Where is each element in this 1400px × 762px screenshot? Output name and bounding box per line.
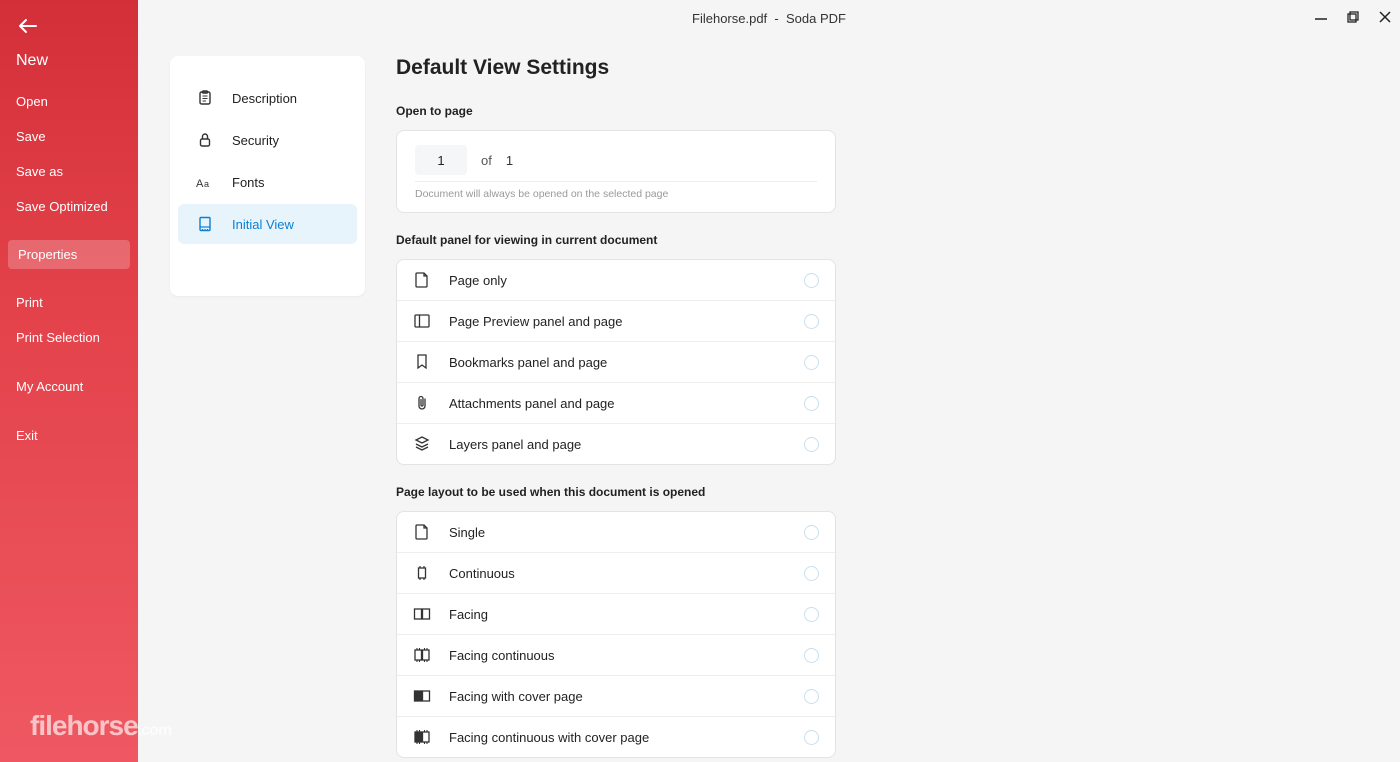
- option-layout-continuous[interactable]: Continuous: [397, 553, 835, 594]
- single-page-icon: [413, 523, 431, 541]
- option-label: Facing: [449, 607, 786, 622]
- title-separator: -: [774, 11, 778, 26]
- radio-button[interactable]: [804, 273, 819, 288]
- tab-security[interactable]: Security: [178, 120, 357, 160]
- radio-button[interactable]: [804, 355, 819, 370]
- sidebar-item-new[interactable]: New: [0, 42, 138, 82]
- sidebar-item-open[interactable]: Open: [0, 86, 138, 117]
- sidebar-item-my-account[interactable]: My Account: [0, 371, 138, 402]
- sidebar-item-print-selection[interactable]: Print Selection: [0, 322, 138, 353]
- panel-left-icon: [413, 312, 431, 330]
- watermark: filehorse.com: [30, 710, 171, 742]
- sidebar-item-exit[interactable]: Exit: [0, 420, 138, 451]
- tab-description[interactable]: Description: [178, 78, 357, 118]
- title-document: Filehorse.pdf: [692, 11, 767, 26]
- properties-tabs: Description Security Aa Fonts Initial Vi…: [170, 56, 365, 296]
- default-panel-label: Default panel for viewing in current doc…: [396, 233, 1036, 247]
- watermark-brand: filehorse: [30, 710, 138, 741]
- page-number-input[interactable]: [415, 145, 467, 175]
- tab-fonts[interactable]: Aa Fonts: [178, 162, 357, 202]
- titlebar: Filehorse.pdf - Soda PDF: [138, 0, 1400, 36]
- facing-continuous-icon: [413, 646, 431, 664]
- facing-cover-icon: [413, 687, 431, 705]
- page-layout-options: Single Continuous Facing Facing continuo…: [396, 511, 836, 758]
- tab-label: Security: [232, 133, 279, 148]
- lock-icon: [196, 131, 214, 149]
- paperclip-icon: [413, 394, 431, 412]
- svg-text:a: a: [204, 179, 209, 189]
- facing-continuous-cover-icon: [413, 728, 431, 746]
- window-controls: [1312, 8, 1394, 26]
- page-title: Default View Settings: [396, 56, 1036, 80]
- tab-label: Initial View: [232, 217, 294, 232]
- option-label: Page only: [449, 273, 786, 288]
- page-icon: [413, 271, 431, 289]
- sidebar-item-save-optimized[interactable]: Save Optimized: [0, 191, 138, 222]
- page-of-text: of: [481, 153, 492, 168]
- layers-icon: [413, 435, 431, 453]
- option-layout-facing-continuous-cover[interactable]: Facing continuous with cover page: [397, 717, 835, 757]
- watermark-suffix: .com: [138, 722, 171, 739]
- minimize-button[interactable]: [1312, 8, 1330, 26]
- option-layout-facing[interactable]: Facing: [397, 594, 835, 635]
- page-layout-label: Page layout to be used when this documen…: [396, 485, 1036, 499]
- default-panel-options: Page only Page Preview panel and page Bo…: [396, 259, 836, 465]
- option-page-preview[interactable]: Page Preview panel and page: [397, 301, 835, 342]
- maximize-button[interactable]: [1344, 8, 1362, 26]
- option-layout-facing-continuous[interactable]: Facing continuous: [397, 635, 835, 676]
- option-label: Attachments panel and page: [449, 396, 786, 411]
- page-hint: Document will always be opened on the se…: [415, 181, 817, 200]
- option-label: Layers panel and page: [449, 437, 786, 452]
- page-view-icon: [196, 215, 214, 233]
- sidebar-item-save-as[interactable]: Save as: [0, 156, 138, 187]
- option-label: Page Preview panel and page: [449, 314, 786, 329]
- radio-button[interactable]: [804, 525, 819, 540]
- option-label: Facing continuous with cover page: [449, 730, 786, 745]
- option-layout-single[interactable]: Single: [397, 512, 835, 553]
- open-to-page-box: of 1 Document will always be opened on t…: [396, 130, 836, 213]
- option-layout-facing-cover[interactable]: Facing with cover page: [397, 676, 835, 717]
- page-total: 1: [506, 153, 513, 168]
- sidebar-item-print[interactable]: Print: [0, 287, 138, 318]
- radio-button[interactable]: [804, 730, 819, 745]
- option-page-only[interactable]: Page only: [397, 260, 835, 301]
- option-label: Bookmarks panel and page: [449, 355, 786, 370]
- radio-button[interactable]: [804, 437, 819, 452]
- clipboard-icon: [196, 89, 214, 107]
- option-label: Single: [449, 525, 786, 540]
- title-app: Soda PDF: [786, 11, 846, 26]
- option-bookmarks[interactable]: Bookmarks panel and page: [397, 342, 835, 383]
- option-label: Facing with cover page: [449, 689, 786, 704]
- option-label: Continuous: [449, 566, 786, 581]
- continuous-icon: [413, 564, 431, 582]
- fonts-icon: Aa: [196, 173, 214, 191]
- option-label: Facing continuous: [449, 648, 786, 663]
- option-layers[interactable]: Layers panel and page: [397, 424, 835, 464]
- radio-button[interactable]: [804, 566, 819, 581]
- open-to-page-label: Open to page: [396, 104, 1036, 118]
- content-area: Default View Settings Open to page of 1 …: [396, 56, 1036, 758]
- radio-button[interactable]: [804, 689, 819, 704]
- back-button[interactable]: [0, 12, 138, 38]
- radio-button[interactable]: [804, 607, 819, 622]
- svg-text:A: A: [196, 178, 204, 190]
- radio-button[interactable]: [804, 648, 819, 663]
- sidebar-item-properties[interactable]: Properties: [8, 240, 130, 269]
- option-attachments[interactable]: Attachments panel and page: [397, 383, 835, 424]
- tab-label: Fonts: [232, 175, 265, 190]
- bookmark-icon: [413, 353, 431, 371]
- radio-button[interactable]: [804, 314, 819, 329]
- tab-initial-view[interactable]: Initial View: [178, 204, 357, 244]
- facing-icon: [413, 605, 431, 623]
- tab-label: Description: [232, 91, 297, 106]
- close-button[interactable]: [1376, 8, 1394, 26]
- sidebar-item-save[interactable]: Save: [0, 121, 138, 152]
- sidebar: New Open Save Save as Save Optimized Pro…: [0, 0, 138, 762]
- radio-button[interactable]: [804, 396, 819, 411]
